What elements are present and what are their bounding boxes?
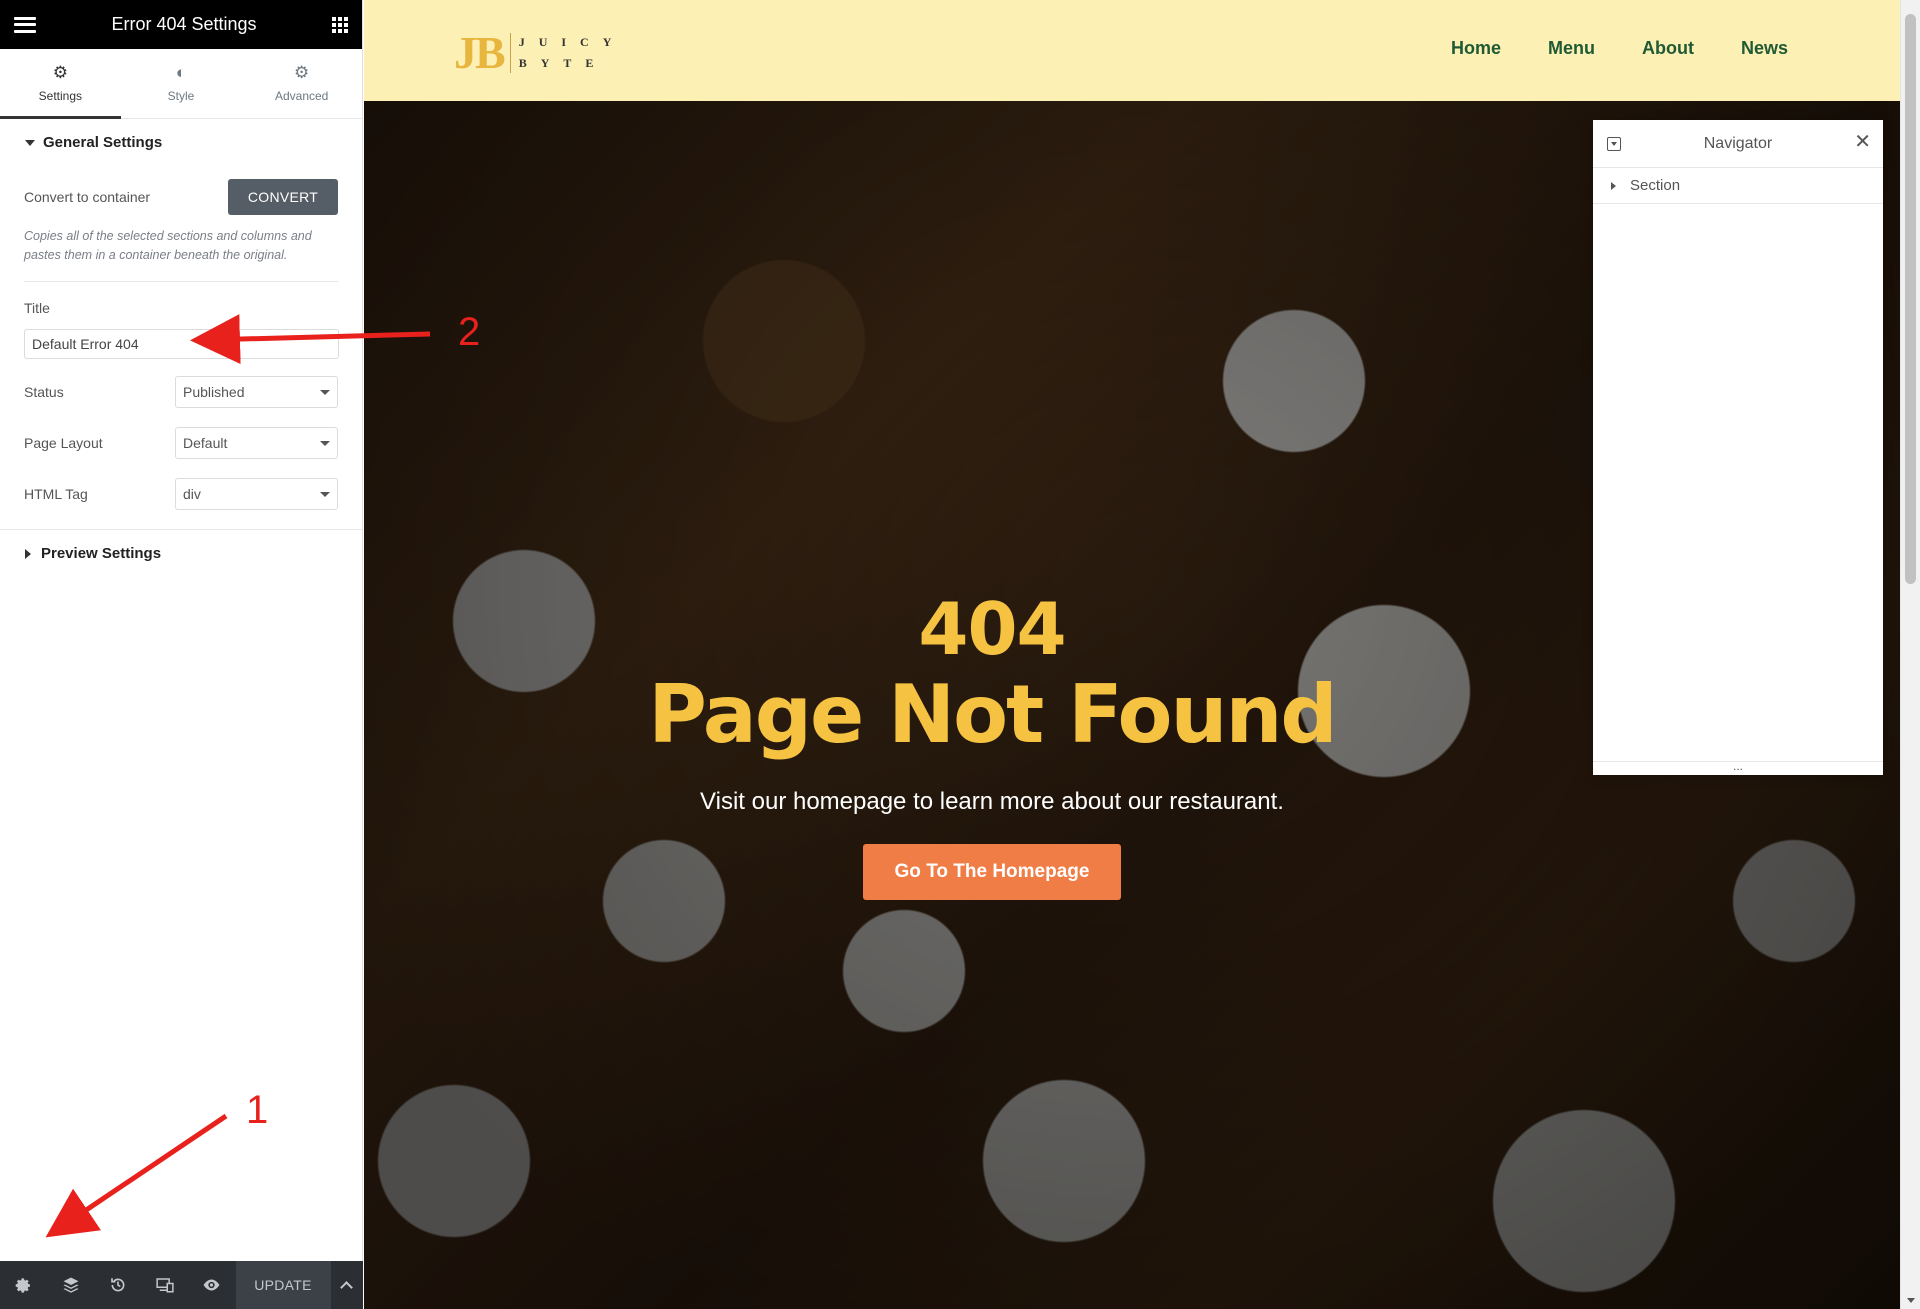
- general-settings-toggle[interactable]: General Settings: [0, 134, 187, 151]
- hero-title: Page Not Found: [648, 668, 1337, 761]
- responsive-icon[interactable]: [141, 1261, 188, 1309]
- navigator-resize-handle[interactable]: ...: [1593, 760, 1883, 775]
- hero-subtitle: Visit our homepage to learn more about o…: [700, 788, 1284, 815]
- page-scrollbar[interactable]: [1900, 0, 1920, 1309]
- panel-tabs: ⚙ Settings ◐ Style ⚙ Advanced: [0, 49, 362, 119]
- preview-settings-heading: Preview Settings: [41, 545, 162, 562]
- caret-down-icon: [25, 139, 35, 146]
- status-row: Status Published: [24, 376, 338, 408]
- tab-style[interactable]: ◐ Style: [121, 49, 242, 118]
- site-nav: Home Menu About News: [1451, 38, 1788, 59]
- logo-line1: JUICY: [518, 34, 626, 49]
- chevron-up-icon: [340, 1281, 353, 1294]
- page-layout-select[interactable]: Default: [175, 427, 338, 459]
- navigator-item-section[interactable]: Section: [1593, 168, 1883, 204]
- nav-home[interactable]: Home: [1451, 38, 1501, 59]
- tab-settings[interactable]: ⚙ Settings: [0, 49, 121, 119]
- convert-row: Convert to container CONVERT: [24, 179, 338, 215]
- navigator-panel: Navigator ✕ Section ...: [1593, 120, 1883, 775]
- page-layout-label: Page Layout: [24, 435, 103, 451]
- update-button[interactable]: UPDATE: [236, 1261, 330, 1309]
- dropdown-arrow-icon: [320, 440, 330, 446]
- tab-advanced-label: Advanced: [274, 89, 329, 103]
- panel-footer: UPDATE: [0, 1261, 363, 1309]
- nav-news[interactable]: News: [1741, 38, 1788, 59]
- dropdown-arrow-icon: [320, 491, 330, 497]
- preview-settings-toggle[interactable]: Preview Settings: [0, 545, 186, 562]
- gear-icon[interactable]: [0, 1261, 47, 1309]
- logo-words: JUICY BYTE: [519, 32, 626, 74]
- logo-initials: JB: [454, 27, 506, 78]
- close-icon[interactable]: ✕: [1854, 132, 1871, 152]
- go-homepage-button[interactable]: Go To The Homepage: [863, 844, 1121, 900]
- convert-button[interactable]: CONVERT: [228, 179, 338, 215]
- convert-label: Convert to container: [24, 189, 151, 205]
- editor-panel: Error 404 Settings ⚙ Settings ◐ Style ⚙ …: [0, 0, 363, 1309]
- navigator-title: Navigator: [1703, 134, 1773, 152]
- site-header: JB JUICY BYTE Home Menu About News: [364, 0, 1900, 101]
- page-layout-row: Page Layout Default: [24, 427, 338, 459]
- dropdown-arrow-icon: [320, 389, 330, 395]
- general-settings-heading: General Settings: [43, 134, 163, 151]
- scroll-down-arrow-icon[interactable]: [1907, 1298, 1915, 1303]
- panel-title: Error 404 Settings: [111, 14, 257, 34]
- html-tag-label: HTML Tag: [24, 486, 88, 502]
- tab-advanced[interactable]: ⚙ Advanced: [241, 49, 362, 118]
- cog-icon: ⚙: [294, 63, 310, 82]
- hamburger-menu-icon[interactable]: [14, 16, 36, 33]
- collapse-all-icon[interactable]: [1607, 137, 1621, 151]
- gear-icon: ⚙: [52, 63, 68, 82]
- html-tag-select[interactable]: div: [175, 478, 338, 510]
- apps-grid-icon[interactable]: [331, 16, 348, 33]
- status-select[interactable]: Published: [175, 376, 338, 408]
- html-tag-row: HTML Tag div: [24, 478, 338, 510]
- divider: [24, 281, 338, 282]
- scrollbar-thumb[interactable]: [1905, 14, 1916, 584]
- status-value: Published: [183, 384, 245, 400]
- caret-right-icon: [25, 548, 31, 559]
- tab-settings-label: Settings: [38, 89, 83, 103]
- title-label: Title: [24, 300, 50, 316]
- nav-about[interactable]: About: [1642, 38, 1694, 59]
- panel-header: Error 404 Settings: [0, 0, 362, 49]
- navigator-header: Navigator ✕: [1593, 120, 1883, 168]
- save-options-button[interactable]: [330, 1261, 362, 1309]
- status-label: Status: [24, 384, 64, 400]
- tab-style-label: Style: [167, 89, 195, 103]
- layers-icon[interactable]: [47, 1261, 94, 1309]
- logo-line2: BYTE: [518, 55, 608, 70]
- divider: [0, 529, 362, 530]
- title-input[interactable]: Default Error 404: [24, 329, 339, 359]
- logo-divider: [509, 32, 511, 73]
- nav-menu[interactable]: Menu: [1548, 38, 1595, 59]
- html-tag-value: div: [183, 486, 201, 502]
- hero-content: 404 Page Not Found Visit our homepage to…: [364, 590, 1620, 900]
- navigator-item-label: Section: [1630, 177, 1681, 194]
- convert-description: Copies all of the selected sections and …: [24, 229, 312, 262]
- site-logo[interactable]: JB JUICY BYTE: [454, 26, 625, 79]
- error-code: 404: [918, 587, 1066, 671]
- page-layout-value: Default: [183, 435, 228, 451]
- history-icon[interactable]: [94, 1261, 141, 1309]
- half-circle-icon: ◐: [175, 63, 187, 82]
- eye-icon[interactable]: [188, 1261, 235, 1309]
- caret-right-icon: [1611, 181, 1616, 190]
